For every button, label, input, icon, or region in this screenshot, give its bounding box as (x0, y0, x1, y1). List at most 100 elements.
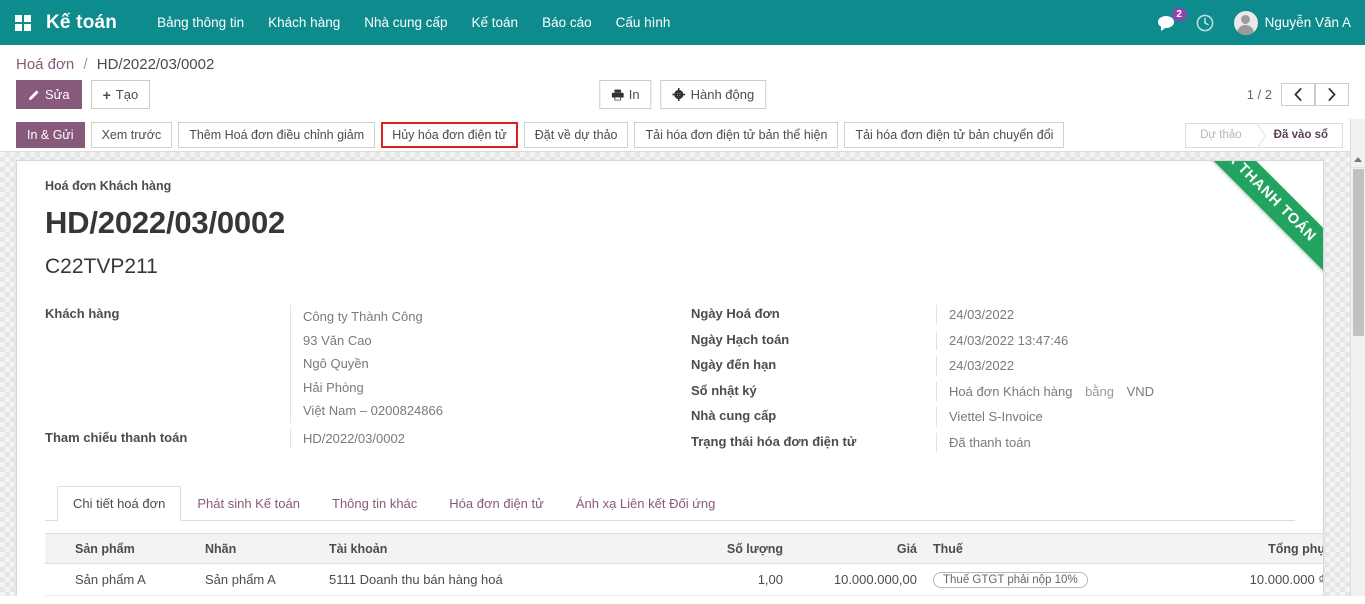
menu-item-customers[interactable]: Khách hàng (268, 15, 340, 30)
user-avatar-icon (1234, 11, 1258, 35)
menu-item-configuration[interactable]: Cấu hình (616, 15, 671, 30)
download-einvoice-display-button[interactable]: Tải hóa đơn điện tử bản thể hiện (634, 122, 838, 148)
apps-menu-button[interactable] (0, 0, 46, 45)
field-payment-reference: Tham chiếu thanh toán HD/2022/03/0002 (45, 429, 681, 449)
control-panel-right: 1 / 2 (1247, 83, 1349, 106)
cell-product: Sản phẩm A (67, 564, 197, 596)
field-payment-reference-value[interactable]: HD/2022/03/0002 (290, 429, 681, 449)
messages-button[interactable]: 2 (1158, 15, 1176, 31)
top-navbar: Kế toán Bảng thông tin Khách hàng Nhà cu… (0, 0, 1365, 45)
column-subtotal[interactable]: Tổng phụ (1173, 534, 1324, 564)
tab-other-info[interactable]: Thông tin khác (316, 486, 433, 521)
customer-name: Công ty Thành Công (303, 305, 681, 329)
tab-invoice-lines[interactable]: Chi tiết hoá đơn (57, 486, 181, 521)
scrollbar-thumb[interactable] (1353, 169, 1364, 336)
user-menu[interactable]: Nguyễn Văn A (1234, 11, 1351, 35)
table-row[interactable]: Sản phẩm A Sản phẩm A 5111 Doanh thu bán… (45, 564, 1324, 596)
menu-item-reports[interactable]: Báo cáo (542, 15, 592, 30)
table-header-row: Sản phẩm Nhãn Tài khoản Số lượng Giá Thu… (45, 534, 1324, 564)
tab-mapping-reconciliation[interactable]: Ánh xạ Liên kết Đối ứng (560, 486, 732, 521)
row-handle-header (45, 534, 67, 564)
field-due-date-label: Ngày đến hạn (691, 356, 936, 372)
user-name-label: Nguyễn Văn A (1265, 15, 1351, 30)
column-label[interactable]: Nhãn (197, 534, 321, 564)
field-invoice-date-label: Ngày Hoá đơn (691, 305, 936, 321)
action-button-label: Hành động (691, 86, 755, 103)
print-button[interactable]: In (599, 80, 652, 109)
customer-district: Ngô Quyền (303, 352, 681, 376)
field-einvoice-status-value[interactable]: Đã thanh toán (936, 433, 1295, 453)
cell-quantity: 1,00 (675, 564, 791, 596)
cell-subtotal: 10.000.000 ₫ (1173, 564, 1324, 596)
breadcrumb-root-link[interactable]: Hoá đơn (16, 56, 74, 73)
print-button-label: In (629, 86, 640, 103)
sheet-subtitle: Hoá đơn Khách hàng (45, 179, 1295, 193)
gear-icon (673, 88, 686, 101)
grid-apps-icon (15, 15, 31, 31)
menu-item-vendors[interactable]: Nhà cung cấp (364, 15, 447, 30)
form-content-area: ĐÃ THANH TOÁN Hoá đơn Khách hàng HD/2022… (0, 152, 1365, 596)
invoice-reference: C22TVP211 (45, 255, 1295, 279)
field-customer-value[interactable]: Công ty Thành Công 93 Văn Cao Ngô Quyền … (290, 305, 681, 423)
row-handle[interactable] (45, 564, 67, 596)
messages-count-badge: 2 (1172, 8, 1187, 21)
column-quantity[interactable]: Số lượng (675, 534, 791, 564)
breadcrumb-current: HD/2022/03/0002 (97, 56, 215, 73)
field-due-date-value[interactable]: 24/03/2022 (936, 356, 1295, 376)
field-invoice-date-value[interactable]: 24/03/2022 (936, 305, 1295, 325)
app-brand-title[interactable]: Kế toán (46, 12, 117, 34)
pager-previous-button[interactable] (1281, 83, 1315, 106)
column-product[interactable]: Sản phẩm (67, 534, 197, 564)
invoice-number-title: HD/2022/03/0002 (45, 205, 1295, 241)
customer-street: 93 Văn Cao (303, 329, 681, 353)
create-button[interactable]: + Tạo (91, 80, 151, 109)
pager-counter: 1 / 2 (1247, 87, 1272, 102)
column-taxes[interactable]: Thuế (925, 534, 1173, 564)
vertical-scrollbar[interactable] (1350, 152, 1365, 596)
action-button[interactable]: Hành động (661, 80, 767, 109)
field-provider-value[interactable]: Viettel S-Invoice (936, 407, 1295, 427)
state-posted[interactable]: Đã vào sổ (1256, 123, 1343, 148)
fields-grid: Khách hàng Công ty Thành Công 93 Văn Cao… (45, 305, 1295, 458)
create-button-label: Tạo (116, 86, 138, 103)
breadcrumb-separator: / (83, 56, 87, 73)
field-journal-value[interactable]: Hoá đơn Khách hàng bằng VND (936, 382, 1295, 402)
navbar-systray: 2 Nguyễn Văn A (1158, 11, 1351, 35)
pencil-icon (28, 89, 40, 101)
column-account[interactable]: Tài khoản (321, 534, 675, 564)
field-invoice-date: Ngày Hoá đơn 24/03/2022 (691, 305, 1295, 325)
journal-name: Hoá đơn Khách hàng (949, 384, 1072, 399)
edit-button-label: Sửa (45, 86, 70, 103)
pager-buttons (1281, 83, 1349, 106)
tab-journal-items[interactable]: Phát sinh Kế toán (181, 486, 316, 521)
scroll-up-button[interactable] (1351, 152, 1365, 168)
journal-currency: VND (1127, 384, 1154, 399)
activity-button[interactable] (1196, 14, 1214, 32)
cancel-einvoice-button[interactable]: Hủy hóa đơn điện tử (381, 122, 518, 148)
edit-button[interactable]: Sửa (16, 80, 82, 109)
print-and-send-button[interactable]: In & Gửi (16, 122, 85, 148)
field-customer-label: Khách hàng (45, 305, 290, 321)
control-panel-center: In Hành động (599, 80, 766, 109)
state-draft[interactable]: Dự thảo (1185, 123, 1256, 148)
add-credit-note-button[interactable]: Thêm Hoá đơn điều chỉnh giảm (178, 122, 375, 148)
field-provider: Nhà cung cấp Viettel S-Invoice (691, 407, 1295, 427)
invoice-lines-table: Sản phẩm Nhãn Tài khoản Số lượng Giá Thu… (45, 533, 1324, 596)
column-price[interactable]: Giá (791, 534, 925, 564)
field-accounting-date-value[interactable]: 24/03/2022 13:47:46 (936, 331, 1295, 351)
fields-column-right: Ngày Hoá đơn 24/03/2022 Ngày Hạch toán 2… (681, 305, 1295, 458)
download-einvoice-converted-button[interactable]: Tải hóa đơn điện tử bản chuyển đổi (844, 122, 1064, 148)
tab-einvoice[interactable]: Hóa đơn điện tử (433, 486, 560, 521)
field-customer: Khách hàng Công ty Thành Công 93 Văn Cao… (45, 305, 681, 423)
plus-icon: + (103, 88, 111, 102)
menu-item-accounting[interactable]: Kế toán (472, 15, 519, 30)
reset-to-draft-button[interactable]: Đặt về dự thảo (524, 122, 629, 148)
field-journal-label: Sổ nhật ký (691, 382, 936, 398)
cell-account: 5111 Doanh thu bán hàng hoá (321, 564, 675, 596)
field-accounting-date-label: Ngày Hạch toán (691, 331, 936, 347)
preview-button[interactable]: Xem trước (91, 122, 173, 148)
status-button-bar: In & Gửi Xem trước Thêm Hoá đơn điều chỉ… (0, 119, 1365, 152)
pager-next-button[interactable] (1315, 83, 1349, 106)
chevron-left-icon (1294, 88, 1302, 101)
menu-item-dashboard[interactable]: Bảng thông tin (157, 15, 244, 30)
